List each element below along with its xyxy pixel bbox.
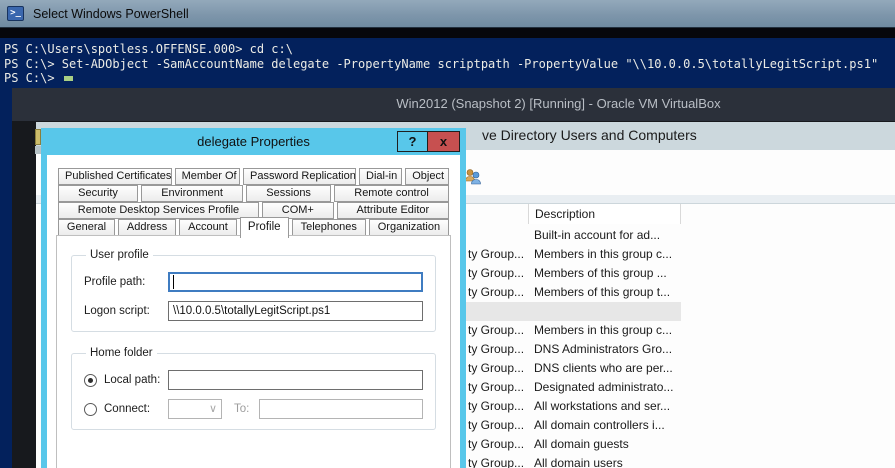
tab[interactable]: Telephones: [292, 219, 366, 236]
tab[interactable]: Published Certificates: [58, 168, 172, 185]
list-item[interactable]: ty Group... Members in this group c...: [462, 245, 681, 264]
list-item-description: Members of this group ...: [534, 264, 667, 283]
list-item-description: Designated administrato...: [534, 378, 673, 397]
list-item-description: Members in this group c...: [534, 245, 672, 264]
list-item-type: ty Group...: [468, 416, 530, 435]
tab[interactable]: Profile: [240, 217, 289, 238]
list-item[interactable]: ty Group... Members in this group c...: [462, 321, 681, 340]
connect-radio[interactable]: [84, 403, 97, 416]
tab[interactable]: Remote control: [334, 185, 449, 202]
list-item[interactable]: ty Group... Members of this group ...: [462, 264, 681, 283]
list-item-type: ty Group...: [468, 283, 530, 302]
tab-row-1: Published CertificatesMember OfPassword …: [58, 168, 449, 185]
description-column-header[interactable]: Description: [528, 204, 681, 224]
local-path-radio[interactable]: [84, 374, 97, 387]
list-item-description: Built-in account for ad...: [534, 226, 660, 245]
list-item-description: DNS Administrators Gro...: [534, 340, 672, 359]
console-cursor: [64, 76, 73, 81]
tab[interactable]: Security: [58, 185, 138, 202]
list-item[interactable]: ty Group... DNS clients who are per...: [462, 359, 681, 378]
local-path-input[interactable]: [168, 370, 423, 390]
tab[interactable]: Attribute Editor: [337, 202, 449, 219]
console-line: PS C:\>: [4, 71, 895, 86]
dialog-title: delegate Properties: [197, 134, 310, 149]
user-profile-legend: User profile: [86, 249, 153, 261]
ad-window-title: ve Directory Users and Computers: [482, 127, 697, 143]
local-path-label: Local path:: [104, 374, 168, 386]
tab[interactable]: Dial-in: [359, 168, 402, 185]
virtualbox-titlebar[interactable]: Win2012 (Snapshot 2) [Running] - Oracle …: [12, 88, 895, 121]
tab[interactable]: Account: [179, 219, 237, 236]
list-item[interactable]: ty Group... All workstations and ser...: [462, 397, 681, 416]
list-item-description: DNS clients who are per...: [534, 359, 673, 378]
user-profile-group: User profile Profile path: Logon script:: [71, 249, 436, 332]
list-item-type: ty Group...: [468, 245, 530, 264]
list-item[interactable]: ty Group... Members of this group t...: [462, 283, 681, 302]
virtualbox-title: Win2012 (Snapshot 2) [Running] - Oracle …: [396, 96, 720, 111]
list-item-type: ty Group...: [468, 264, 530, 283]
list-item-type: ty Group...: [468, 435, 530, 454]
close-button[interactable]: x: [427, 131, 460, 152]
list-item-description: All domain controllers i...: [534, 416, 665, 435]
text-caret: [173, 275, 174, 289]
help-button[interactable]: ?: [397, 131, 427, 152]
list-item-description: All domain users: [534, 454, 623, 468]
profile-tab-panel: User profile Profile path: Logon script:…: [56, 235, 451, 468]
list-item[interactable]: ty Group... Designated administrato...: [462, 378, 681, 397]
list-item[interactable]: [462, 302, 681, 321]
dialog-tabs: Published CertificatesMember OfPassword …: [58, 168, 449, 236]
list-item-description: Members of this group t...: [534, 283, 670, 302]
list-item-type: ty Group...: [468, 397, 530, 416]
list-item[interactable]: Built-in account for ad...: [462, 226, 681, 245]
home-folder-group: Home folder Local path: Connect: ∨ To:: [71, 347, 436, 430]
powershell-icon: >_: [7, 6, 24, 21]
powershell-titlebar[interactable]: >_ Select Windows PowerShell: [0, 0, 895, 28]
list-item[interactable]: ty Group... All domain guests: [462, 435, 681, 454]
console-line: PS C:\> Set-ADObject -SamAccountName del…: [4, 57, 895, 72]
drive-letter-select[interactable]: ∨: [168, 399, 222, 419]
dialog-titlebar[interactable]: delegate Properties ? x: [41, 128, 466, 155]
home-folder-legend: Home folder: [86, 347, 157, 359]
ad-object-list: Built-in account for ad... ty Group... M…: [462, 226, 681, 468]
tab[interactable]: Sessions: [246, 185, 331, 202]
console-line: PS C:\Users\spotless.OFFENSE.000> cd c:\: [4, 42, 895, 57]
list-item-type: ty Group...: [468, 340, 530, 359]
connect-label: Connect:: [104, 403, 168, 415]
tab[interactable]: Object: [405, 168, 449, 185]
connect-path-input[interactable]: [259, 399, 423, 419]
powershell-window-frame: [0, 28, 895, 38]
users-group-icon[interactable]: [464, 168, 482, 185]
tab[interactable]: Environment: [141, 185, 243, 202]
list-item-description: Members in this group c...: [534, 321, 672, 340]
tab[interactable]: Address: [118, 219, 176, 236]
list-item-type: ty Group...: [468, 378, 530, 397]
profile-path-input[interactable]: [168, 272, 423, 292]
chevron-down-icon: ∨: [209, 402, 217, 415]
list-item-type: ty Group...: [468, 321, 530, 340]
logon-script-label: Logon script:: [84, 305, 168, 317]
list-item-description: All domain guests: [534, 435, 629, 454]
dialog-body: Published CertificatesMember OfPassword …: [47, 155, 460, 468]
tab[interactable]: Remote Desktop Services Profile: [58, 202, 259, 219]
list-item[interactable]: ty Group... All domain controllers i...: [462, 416, 681, 435]
to-label: To:: [234, 403, 249, 415]
delegate-properties-dialog: delegate Properties ? x Published Certif…: [41, 128, 466, 468]
tab[interactable]: Member Of: [175, 168, 240, 185]
tab-row-4: GeneralAddressAccountProfileTelephonesOr…: [58, 219, 449, 236]
list-item[interactable]: ty Group... All domain users: [462, 454, 681, 468]
tab[interactable]: General: [58, 219, 115, 236]
list-item-type: ty Group...: [468, 359, 530, 378]
tab[interactable]: Organization: [369, 219, 449, 236]
powershell-title: Select Windows PowerShell: [33, 7, 189, 21]
logon-script-input[interactable]: [168, 301, 423, 321]
tab[interactable]: Password Replication: [243, 168, 356, 185]
list-item-description: All workstations and ser...: [534, 397, 670, 416]
profile-path-label: Profile path:: [84, 276, 168, 288]
list-item-type: ty Group...: [468, 454, 530, 468]
list-item[interactable]: ty Group... DNS Administrators Gro...: [462, 340, 681, 359]
tab-row-2: SecurityEnvironmentSessionsRemote contro…: [58, 185, 449, 202]
